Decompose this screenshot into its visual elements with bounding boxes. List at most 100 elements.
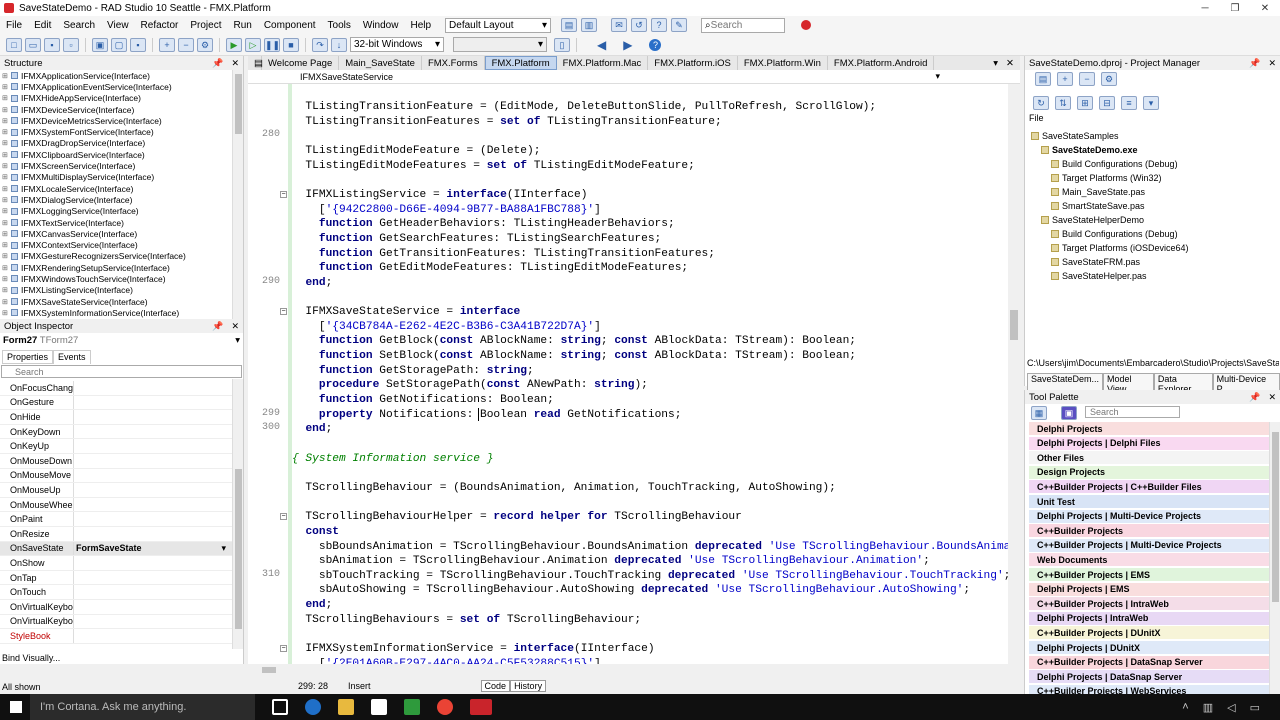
structure-item[interactable]: ⊞ IFMXWindowsTouchService(Interface) [0,273,232,284]
maximize-button[interactable]: ❐ [1220,3,1250,14]
palette-filter-icon[interactable]: ▣ [1061,406,1077,420]
code-line[interactable]: end; [292,276,332,290]
palette-category[interactable]: Delphi Projects [1029,422,1269,435]
menu-window[interactable]: Window [357,20,405,31]
code-line[interactable]: function GetEditModeFeatures: TListingEd… [292,261,688,275]
structure-item[interactable]: ⊞ IFMXApplicationEventService(Interface) [0,81,232,92]
code-line[interactable]: TListingEditModeFeatures = set of TListi… [292,159,694,173]
event-row[interactable]: OnMouseWheel [0,497,232,513]
structure-item[interactable]: ⊞ IFMXApplicationService(Interface) [0,70,232,81]
expand-icon[interactable]: ⊞ [2,128,11,136]
forward-icon[interactable]: ▶ [623,38,632,52]
event-row[interactable]: OnPaint [0,512,232,527]
structure-item[interactable]: ⊞ IFMXDeviceMetricsService(Interface) [0,115,232,126]
structure-item[interactable]: ⊞ IFMXContextService(Interface) [0,239,232,250]
project-tree-item[interactable]: SaveStateSamples [1031,131,1119,141]
expand-icon[interactable]: ⊞ [2,185,11,193]
save-all-icon[interactable]: ▫ [63,37,79,52]
project-tree-item[interactable]: Build Configurations (Debug) [1051,229,1178,239]
new-icon[interactable]: □ [6,37,22,52]
code-line[interactable]: end; [292,598,332,612]
code-line[interactable]: IFMXSystemInformationService = interface… [292,642,654,656]
tab-fmx-forms[interactable]: FMX.Forms [422,56,485,70]
help-icon[interactable]: ? [649,38,662,51]
sync-icon[interactable]: ⇅ [1055,96,1071,110]
project-tree-item[interactable]: Target Platforms (Win32) [1051,173,1162,183]
menu-help[interactable]: Help [404,20,437,31]
network-icon[interactable]: ▥ [1203,701,1213,714]
collapse-icon[interactable]: ⊟ [1099,96,1115,110]
pin-icon[interactable]: 📌 [212,58,223,69]
object-selector[interactable]: Form27 TForm27 ▾ [1,333,242,348]
structure-item[interactable]: ⊞ IFMXMultiDisplayService(Interface) [0,172,232,183]
chevron-down-icon[interactable]: ▾ [221,543,232,554]
fold-icon[interactable]: − [280,308,287,316]
tab-fmx-platform-ios[interactable]: FMX.Platform.iOS [648,56,738,70]
help-insight-icon[interactable]: ? [651,18,668,32]
close-icon[interactable]: ✕ [1268,392,1276,403]
cortana-search[interactable]: I'm Cortana. Ask me anything. [30,694,255,720]
expand-icon[interactable]: ⊞ [2,230,11,238]
open-project-icon[interactable]: ▣ [92,37,108,52]
code-line[interactable]: function GetNotifications: Boolean; [292,393,554,407]
platform-combo[interactable]: 32-bit Windows ▾ [350,37,444,52]
breadcrumb[interactable]: IFMXSaveStateService ▾ [248,70,1020,84]
code-line[interactable]: function SetBlock(const ABlockName: stri… [292,349,856,363]
notifications-icon[interactable]: ▭ [1250,701,1260,714]
close-tab-icon[interactable]: ✕ [1006,58,1014,69]
editor-vscrollbar[interactable] [1008,84,1020,664]
stop-icon[interactable] [801,20,812,30]
palette-category[interactable]: Delphi Projects | Delphi Files [1029,436,1269,450]
menu-tools[interactable]: Tools [322,20,357,31]
event-row[interactable]: OnVirtualKeyboa [0,600,232,615]
volume-icon[interactable]: ◁ [1227,701,1235,714]
code-line[interactable]: IFMXListingService = interface(IInterfac… [292,188,587,202]
reopen-icon[interactable]: ▢ [111,37,127,52]
palette-category[interactable]: C++Builder Projects | IntraWeb [1029,597,1269,611]
structure-item[interactable]: ⊞ IFMXHideAppService(Interface) [0,93,232,104]
remove-icon[interactable]: − [1079,72,1095,86]
project-tree-item[interactable]: SaveStateHelper.pas [1051,271,1147,281]
expand-icon[interactable]: ⊞ [2,207,11,215]
tab-list-icon[interactable]: ▾ [993,58,998,69]
store-icon[interactable] [371,699,387,715]
categories-icon[interactable]: ▦ [1031,406,1047,420]
expand-icon[interactable]: ⊞ [2,286,11,294]
tab-events[interactable]: Events [53,350,91,364]
editor-hscrollbar[interactable] [258,664,1008,676]
structure-item[interactable]: ⊞ IFMXLocaleService(Interface) [0,183,232,194]
code-line[interactable]: TScrollingBehaviourHelper = record helpe… [292,510,741,524]
palette-category[interactable]: C++Builder Projects | DUnitX [1029,626,1269,640]
options-icon[interactable]: ⚙ [197,37,213,52]
event-row[interactable]: OnFocusChange [0,381,232,396]
close-icon[interactable]: ✕ [231,58,239,69]
back-icon[interactable]: ◀ [597,38,606,52]
event-row[interactable]: OnGesture [0,395,232,411]
expand-icon[interactable]: ⊞ [1077,96,1093,110]
expand-icon[interactable]: ⊞ [2,241,11,249]
object-inspector-scrollbar[interactable] [232,379,243,649]
code-line[interactable]: function GetStoragePath: string; [292,364,534,378]
expand-icon[interactable]: ⊞ [2,72,11,80]
expand-icon[interactable]: ⊞ [2,106,11,114]
add-file-icon[interactable]: + [159,37,175,52]
tool-palette-scrollbar[interactable] [1269,422,1280,694]
palette-category[interactable]: Web Documents [1029,553,1269,567]
code-line[interactable]: function GetHeaderBehaviors: TListingHea… [292,217,675,231]
sort-icon[interactable]: ≡ [1121,96,1137,110]
menu-component[interactable]: Component [258,20,322,31]
event-row[interactable]: OnMouseDown [0,454,232,469]
task-view-icon[interactable] [272,699,288,715]
save-project-icon[interactable]: ▪ [130,37,146,52]
code-line[interactable]: IFMXSaveStateService = interface [292,305,520,319]
tab-fmx-platform-android[interactable]: FMX.Platform.Android [828,56,935,70]
code-line[interactable]: end; [292,422,332,436]
expand-icon[interactable]: ⊞ [2,264,11,272]
structure-item[interactable]: ⊞ IFMXListingService(Interface) [0,285,232,296]
event-row[interactable]: OnMouseMove [0,468,232,484]
code-line[interactable]: procedure SetStoragePath(const ANewPath:… [292,378,648,392]
add-project-icon[interactable]: + [1057,72,1073,86]
fold-icon[interactable]: − [280,190,287,198]
layout-combo[interactable]: Default Layout ▾ [445,17,552,33]
fold-icon[interactable]: − [280,645,287,653]
